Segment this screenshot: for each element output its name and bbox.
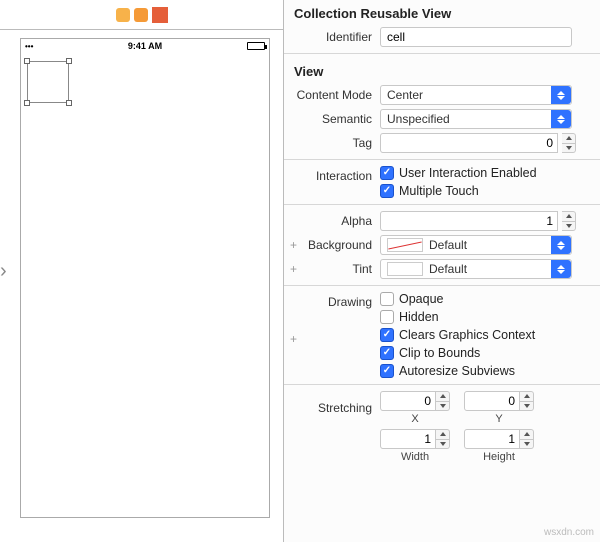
semantic-value: Unspecified (387, 112, 450, 126)
resize-handle-icon[interactable] (24, 58, 30, 64)
section-title-collection: Collection Reusable View (284, 0, 600, 25)
semantic-label: Semantic (292, 112, 380, 126)
dropdown-arrows-icon (551, 110, 571, 128)
tint-value: Default (429, 262, 467, 276)
resize-handle-icon[interactable] (24, 100, 30, 106)
dropdown-arrows-icon (551, 236, 571, 254)
plus-icon[interactable]: + (288, 262, 299, 276)
collection-cell[interactable] (27, 61, 69, 103)
content-mode-select[interactable]: Center (380, 85, 572, 105)
background-label: Background (292, 238, 380, 252)
color-swatch-blue-icon (387, 262, 423, 276)
semantic-select[interactable]: Unspecified (380, 109, 572, 129)
battery-icon (247, 42, 265, 50)
checkbox-on-icon (380, 328, 394, 342)
autoresize-checkbox[interactable]: Autoresize Subviews (380, 364, 515, 378)
resize-handle-icon[interactable] (66, 58, 72, 64)
checkbox-off-icon (380, 292, 394, 306)
checkbox-off-icon (380, 310, 394, 324)
stretch-x-label: X (411, 413, 418, 425)
toolbar-dot-icon[interactable] (134, 8, 148, 22)
tag-input[interactable] (380, 133, 558, 153)
watermark: wsxdn.com (544, 527, 594, 538)
stretch-height-stepper[interactable] (520, 429, 534, 449)
toolbar-square-icon[interactable] (152, 7, 168, 23)
background-select[interactable]: Default (380, 235, 572, 255)
identifier-input[interactable] (380, 27, 572, 47)
stretch-y-input[interactable] (464, 391, 520, 411)
identifier-label: Identifier (292, 30, 380, 44)
stretch-y-label: Y (495, 413, 502, 425)
hidden-checkbox[interactable]: Hidden (380, 310, 439, 324)
checkbox-on-icon (380, 166, 394, 180)
plus-icon[interactable]: + (288, 238, 299, 252)
alpha-label: Alpha (292, 214, 380, 228)
checkbox-on-icon (380, 346, 394, 360)
stretch-width-label: Width (401, 451, 429, 463)
clip-bounds-checkbox[interactable]: Clip to Bounds (380, 346, 480, 360)
divider (284, 159, 600, 160)
attributes-inspector: Collection Reusable View Identifier View… (284, 0, 600, 542)
tint-select[interactable]: Default (380, 259, 572, 279)
stretch-height-input[interactable] (464, 429, 520, 449)
stretching-label: Stretching (292, 401, 380, 415)
drawing-label: Drawing (292, 292, 380, 309)
divider (284, 53, 600, 54)
dropdown-arrows-icon (551, 260, 571, 278)
content-mode-value: Center (387, 88, 423, 102)
stretch-x-stepper[interactable] (436, 391, 450, 411)
chevron-right-icon[interactable]: › (0, 260, 7, 283)
stretch-x-input[interactable] (380, 391, 436, 411)
status-time: 9:41 AM (128, 41, 162, 51)
stretch-width-stepper[interactable] (436, 429, 450, 449)
storyboard-canvas-pane: › ••• 9:41 AM (0, 0, 284, 542)
dropdown-arrows-icon (551, 86, 571, 104)
tag-stepper[interactable] (562, 133, 576, 153)
content-mode-label: Content Mode (292, 88, 380, 102)
status-bar: ••• 9:41 AM (21, 39, 269, 53)
stretch-width-input[interactable] (380, 429, 436, 449)
interaction-label: Interaction (292, 166, 380, 183)
canvas-toolbar (0, 0, 283, 30)
stretch-height-label: Height (483, 451, 515, 463)
alpha-input[interactable] (380, 211, 558, 231)
checkbox-on-icon (380, 364, 394, 378)
divider (284, 204, 600, 205)
clears-graphics-checkbox[interactable]: Clears Graphics Context (380, 328, 535, 342)
device-frame[interactable]: ••• 9:41 AM (20, 38, 270, 518)
divider (284, 285, 600, 286)
multiple-touch-checkbox[interactable]: Multiple Touch (380, 184, 479, 198)
tint-label: Tint (292, 262, 380, 276)
tag-label: Tag (292, 136, 380, 150)
stretch-y-stepper[interactable] (520, 391, 534, 411)
checkbox-on-icon (380, 184, 394, 198)
alpha-stepper[interactable] (562, 211, 576, 231)
divider (284, 384, 600, 385)
background-value: Default (429, 238, 467, 252)
plus-icon[interactable]: + (288, 332, 299, 346)
section-title-view: View (284, 58, 600, 83)
signal-icon: ••• (25, 42, 33, 51)
user-interaction-checkbox[interactable]: User Interaction Enabled (380, 166, 537, 180)
resize-handle-icon[interactable] (66, 100, 72, 106)
toolbar-dot-icon[interactable] (116, 8, 130, 22)
opaque-checkbox[interactable]: Opaque (380, 292, 443, 306)
color-swatch-default-icon (387, 238, 423, 252)
